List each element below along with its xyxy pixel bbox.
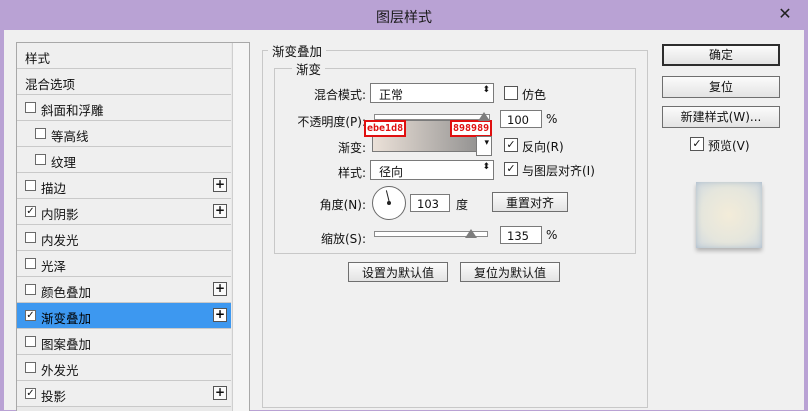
style-checkbox[interactable]: ✓ (25, 206, 36, 217)
style-list-label: 描边 (41, 181, 67, 196)
preview-checkbox[interactable]: ✓ (690, 137, 704, 151)
angle-dial-center (387, 201, 391, 205)
add-effect-icon[interactable]: + (213, 178, 227, 192)
reset-align-button[interactable]: 重置对齐 (492, 192, 568, 212)
style-list-label: 图案叠加 (41, 337, 92, 352)
gradient-style-value: 径向 (379, 165, 404, 179)
dither-label: 仿色 (522, 88, 547, 102)
gradient-style-select[interactable]: 径向 ⬍ (370, 160, 494, 180)
add-effect-icon[interactable]: + (213, 282, 227, 296)
opacity-unit: % (546, 112, 558, 126)
style-list-item[interactable]: 描边 + (17, 173, 231, 199)
style-checkbox[interactable] (25, 258, 36, 269)
opacity-label: 不透明度(P): (297, 115, 366, 129)
style-checkbox[interactable] (25, 180, 36, 191)
style-checkbox[interactable] (25, 362, 36, 373)
preview-label: 预览(V) (708, 139, 750, 153)
new-style-button[interactable]: 新建样式(W)... (662, 106, 780, 128)
angle-label: 角度(N): (319, 198, 366, 212)
make-default-button[interactable]: 设置为默认值 (348, 262, 448, 282)
style-list-label: 样式 (25, 51, 51, 66)
gradient-start-hex: ebe1d8 (364, 120, 407, 137)
reset-button[interactable]: 复位 (662, 76, 780, 98)
reverse-checkbox[interactable]: ✓ (504, 138, 518, 152)
blend-mode-select[interactable]: 正常 ⬍ (370, 83, 494, 103)
chevron-updown-icon: ⬍ (482, 85, 490, 95)
gradient-end-hex: 898989 (450, 120, 493, 137)
style-checkbox[interactable] (35, 154, 46, 165)
dither-checkbox[interactable] (504, 86, 518, 100)
gradient-dropdown[interactable]: ▾ (476, 136, 492, 156)
title-bar: 图层样式 ✕ (0, 0, 808, 30)
style-checkbox[interactable] (25, 284, 36, 295)
style-checkbox[interactable] (35, 128, 46, 139)
style-list-label: 内阴影 (41, 207, 79, 222)
style-list-item[interactable]: 混合选项 (17, 69, 231, 95)
style-list-item[interactable]: 内发光 (17, 225, 231, 251)
style-list-scrollbar[interactable] (232, 43, 249, 411)
gradient-label: 渐变: (337, 141, 366, 155)
style-list-label: 混合选项 (25, 77, 76, 92)
scale-slider-thumb[interactable] (465, 229, 478, 238)
style-list-label: 斜面和浮雕 (41, 103, 104, 118)
style-list-item[interactable]: 纹理 (17, 147, 231, 173)
style-list-label: 外发光 (41, 363, 79, 378)
align-with-layer-label: 与图层对齐(I) (522, 164, 595, 178)
style-list-item[interactable]: 图案叠加 (17, 329, 231, 355)
reverse-label: 反向(R) (522, 140, 564, 154)
style-list-item[interactable]: 等高线 (17, 121, 231, 147)
chevron-down-icon: ▾ (484, 138, 489, 148)
scale-unit: % (546, 228, 558, 242)
opacity-slider-thumb[interactable] (478, 112, 490, 121)
style-list-item[interactable]: ✓ 内阴影 + (17, 199, 231, 225)
add-effect-icon[interactable]: + (213, 386, 227, 400)
style-checkbox[interactable] (25, 102, 36, 113)
style-preview (676, 162, 780, 270)
blend-mode-value: 正常 (379, 88, 404, 102)
style-list-label: 颜色叠加 (41, 285, 92, 300)
style-checkbox[interactable]: ✓ (25, 310, 36, 321)
add-effect-icon[interactable]: + (213, 308, 227, 322)
reset-to-default-button[interactable]: 复位为默认值 (460, 262, 560, 282)
style-checkbox[interactable] (25, 232, 36, 243)
scale-label: 缩放(S): (320, 232, 366, 246)
style-list-label: 投影 (41, 389, 67, 404)
style-list-label: 纹理 (51, 155, 77, 170)
style-list-item[interactable]: 光泽 (17, 251, 231, 277)
scale-input[interactable]: 135 (500, 226, 542, 244)
style-list-label: 光泽 (41, 259, 67, 274)
style-list: 样式混合选项斜面和浮雕等高线纹理描边 + ✓ 内阴影 + 内发光光泽颜色叠加 + ✓ 渐变叠加 +… (16, 42, 250, 411)
style-list-label: 渐变叠加 (41, 311, 92, 326)
style-checkbox[interactable]: ✓ (25, 388, 36, 399)
blend-mode-label: 混合模式: (313, 88, 366, 102)
chevron-updown-icon: ⬍ (482, 162, 490, 172)
style-list-item[interactable]: 样式 (17, 43, 231, 69)
preview-swatch (696, 182, 762, 248)
angle-input[interactable]: 103 (410, 194, 450, 212)
style-list-label: 等高线 (51, 129, 89, 144)
align-with-layer-checkbox[interactable]: ✓ (504, 162, 518, 176)
style-list-item[interactable]: 外发光 (17, 355, 231, 381)
style-list-item[interactable]: 斜面和浮雕 (17, 95, 231, 121)
opacity-input[interactable]: 100 (500, 110, 542, 128)
ok-button[interactable]: 确定 (662, 44, 780, 66)
section-title: 渐变叠加 (268, 41, 327, 60)
window-title: 图层样式 (376, 10, 432, 26)
style-list-item[interactable]: ✓ 投影 + (17, 381, 231, 407)
style-label: 样式: (337, 166, 366, 180)
add-effect-icon[interactable]: + (213, 204, 227, 218)
group-title: 渐变 (292, 59, 326, 78)
angle-unit: 度 (456, 198, 469, 212)
angle-dial[interactable] (372, 186, 406, 220)
style-list-item[interactable]: ✓ 渐变叠加 + (17, 303, 231, 329)
style-list-item[interactable]: 颜色叠加 + (17, 277, 231, 303)
style-checkbox[interactable] (25, 336, 36, 347)
style-list-label: 内发光 (41, 233, 79, 248)
close-icon[interactable]: ✕ (770, 2, 800, 26)
